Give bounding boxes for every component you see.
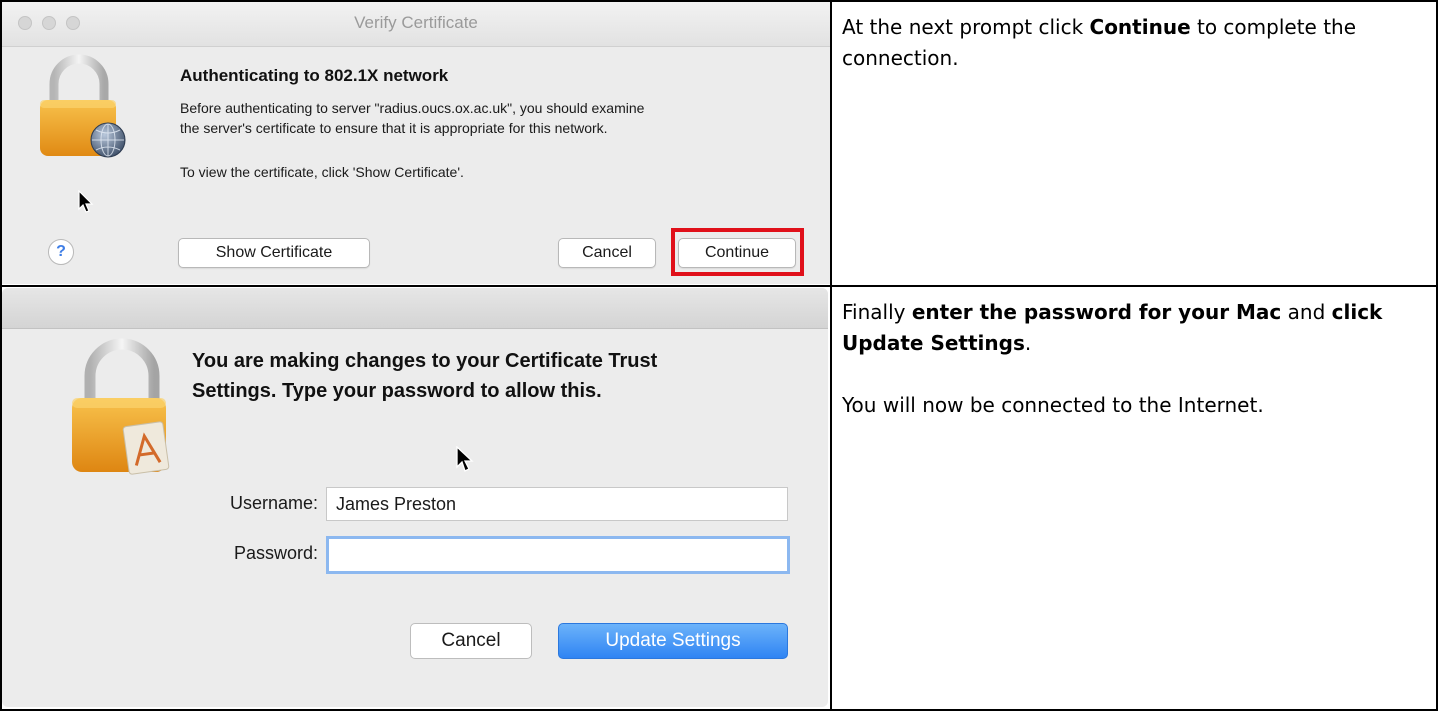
table-border-row	[0, 285, 1438, 287]
password-label: Password:	[233, 543, 318, 563]
instruction-table: Verify Certificate Authenticating to 802…	[0, 0, 1438, 711]
instruction-paragraph-2: You will now be connected to the Interne…	[842, 393, 1264, 417]
username-field[interactable]: James Preston	[326, 487, 788, 521]
continue-highlight-box	[671, 228, 804, 276]
instruction-continue-bold: Continue	[1089, 15, 1191, 39]
show-certificate-hint: To view the certificate, click 'Show Cer…	[180, 164, 464, 180]
show-certificate-button[interactable]: Show Certificate	[178, 238, 370, 268]
username-label: Username:	[229, 493, 318, 513]
cancel-button[interactable]: Cancel	[410, 623, 532, 659]
password-field[interactable]	[326, 536, 790, 574]
dialog-titlebar: Verify Certificate	[2, 2, 830, 47]
dialog-title: Verify Certificate	[354, 13, 478, 32]
lock-network-icon	[40, 54, 126, 158]
message-line-1: Before authenticating to server "radius.…	[180, 100, 645, 116]
lock-app-icon	[72, 338, 170, 475]
certificate-trust-auth-dialog: You are making changes to your Certifica…	[2, 288, 828, 707]
instruction-paragraph-1: Finally enter the password for your Mac …	[842, 300, 1383, 355]
heading-line-1: You are making changes to your Certifica…	[192, 350, 658, 372]
table-border-middle	[830, 0, 832, 711]
instruction-continue: At the next prompt click Continue to com…	[842, 15, 1357, 70]
mouse-pointer-icon	[456, 446, 474, 472]
dialog-titlebar	[2, 288, 828, 329]
dialog-heading: Authenticating to 802.1X network	[180, 66, 449, 85]
help-button[interactable]: ?	[48, 239, 74, 265]
heading-line-2: Settings. Type your password to allow th…	[192, 380, 602, 402]
update-settings-button[interactable]: Update Settings	[558, 623, 788, 659]
instruction-update-settings: Finally enter the password for your Mac …	[842, 297, 1412, 421]
cancel-button[interactable]: Cancel	[558, 238, 656, 268]
dialog-heading: You are making changes to your Certifica…	[192, 346, 812, 406]
dialog-message: Before authenticating to server "radius.…	[180, 98, 780, 138]
verify-certificate-dialog: Verify Certificate Authenticating to 802…	[2, 2, 830, 284]
mouse-pointer-icon	[78, 190, 94, 213]
message-line-2: the server's certificate to ensure that …	[180, 120, 608, 136]
